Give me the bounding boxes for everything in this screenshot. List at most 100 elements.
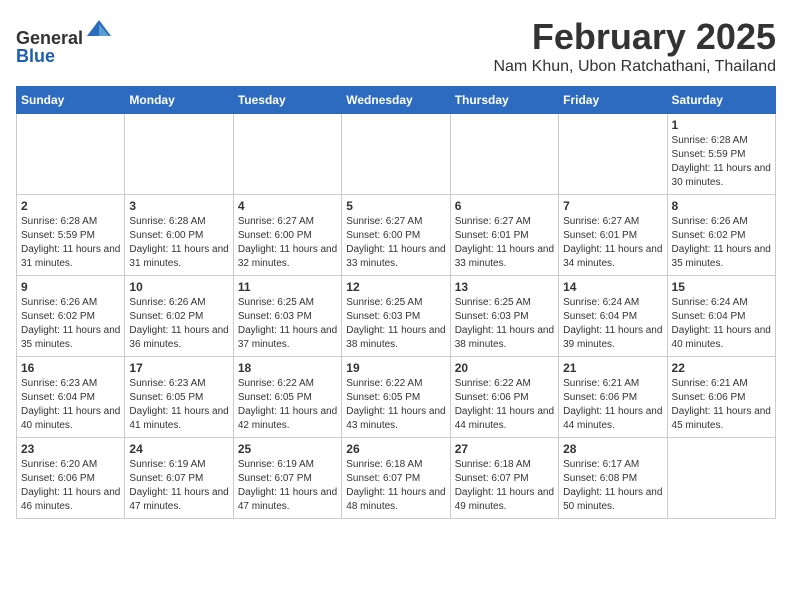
calendar-cell: 20 Sunrise: 6:22 AM Sunset: 6:06 PM Dayli… <box>450 357 558 438</box>
calendar-cell: 21 Sunrise: 6:21 AM Sunset: 6:06 PM Dayli… <box>559 357 667 438</box>
calendar-cell: 1Sunrise: 6:28 AM Sunset: 5:59 PM Daylig… <box>667 114 775 195</box>
calendar-cell <box>450 114 558 195</box>
calendar-cell: 16Sunrise: 6:23 AM Sunset: 6:04 PM Dayli… <box>17 357 125 438</box>
calendar-cell: 26 Sunrise: 6:18 AM Sunset: 6:07 PM Dayli… <box>342 438 450 519</box>
logo-blue: Blue <box>16 46 55 66</box>
calendar-cell <box>342 114 450 195</box>
calendar-cell: 19 Sunrise: 6:22 AM Sunset: 6:05 PM Dayli… <box>342 357 450 438</box>
day-info: Sunrise: 6:21 AM Sunset: 6:06 PM Dayligh… <box>672 377 771 433</box>
day-info: Sunrise: 6:17 AM Sunset: 6:08 PM Dayligh… <box>563 458 662 514</box>
day-number: 27 <box>455 442 554 456</box>
calendar-cell: 12Sunrise: 6:25 AM Sunset: 6:03 PM Dayli… <box>342 276 450 357</box>
day-number: 11 <box>238 280 337 294</box>
day-info: Sunrise: 6:21 AM Sunset: 6:06 PM Dayligh… <box>563 377 662 433</box>
day-number: 19 <box>346 361 445 375</box>
day-info: Sunrise: 6:27 AM Sunset: 6:01 PM Dayligh… <box>455 215 554 271</box>
calendar-cell: 5Sunrise: 6:27 AM Sunset: 6:00 PM Daylig… <box>342 195 450 276</box>
day-info: Sunrise: 6:20 AM Sunset: 6:06 PM Dayligh… <box>21 458 120 514</box>
calendar-header-row: SundayMondayTuesdayWednesdayThursdayFrid… <box>17 87 776 114</box>
calendar-cell: 8 Sunrise: 6:26 AM Sunset: 6:02 PM Daylig… <box>667 195 775 276</box>
calendar-cell: 15 Sunrise: 6:24 AM Sunset: 6:04 PM Dayli… <box>667 276 775 357</box>
day-number: 1 <box>672 118 771 132</box>
calendar-day-header: Monday <box>125 87 233 114</box>
day-info: Sunrise: 6:24 AM Sunset: 6:04 PM Dayligh… <box>563 296 662 352</box>
day-info: Sunrise: 6:28 AM Sunset: 6:00 PM Dayligh… <box>129 215 228 271</box>
day-info: Sunrise: 6:25 AM Sunset: 6:03 PM Dayligh… <box>238 296 337 352</box>
day-number: 26 <box>346 442 445 456</box>
calendar-day-header: Sunday <box>17 87 125 114</box>
calendar-week-row: 2 Sunrise: 6:28 AM Sunset: 5:59 PM Daylig… <box>17 195 776 276</box>
day-number: 24 <box>129 442 228 456</box>
page-header: General Blue February 2025 Nam Khun, Ubo… <box>16 16 776 76</box>
logo: General Blue <box>16 16 113 67</box>
day-number: 18 <box>238 361 337 375</box>
day-info: Sunrise: 6:25 AM Sunset: 6:03 PM Dayligh… <box>455 296 554 352</box>
calendar-day-header: Friday <box>559 87 667 114</box>
calendar-cell <box>233 114 341 195</box>
calendar-cell: 18 Sunrise: 6:22 AM Sunset: 6:05 PM Dayli… <box>233 357 341 438</box>
day-info: Sunrise: 6:23 AM Sunset: 6:05 PM Dayligh… <box>129 377 228 433</box>
day-info: Sunrise: 6:22 AM Sunset: 6:06 PM Dayligh… <box>455 377 554 433</box>
calendar-cell: 25 Sunrise: 6:19 AM Sunset: 6:07 PM Dayli… <box>233 438 341 519</box>
day-info: Sunrise: 6:27 AM Sunset: 6:01 PM Dayligh… <box>563 215 662 271</box>
day-info: Sunrise: 6:18 AM Sunset: 6:07 PM Dayligh… <box>346 458 445 514</box>
day-number: 8 <box>672 199 771 213</box>
day-info: Sunrise: 6:26 AM Sunset: 6:02 PM Dayligh… <box>672 215 771 271</box>
day-number: 2 <box>21 199 120 213</box>
day-number: 22 <box>672 361 771 375</box>
calendar-cell: 13 Sunrise: 6:25 AM Sunset: 6:03 PM Dayli… <box>450 276 558 357</box>
day-number: 7 <box>563 199 662 213</box>
calendar-cell <box>125 114 233 195</box>
day-info: Sunrise: 6:28 AM Sunset: 5:59 PM Dayligh… <box>21 215 120 271</box>
calendar-day-header: Tuesday <box>233 87 341 114</box>
calendar-cell: 4Sunrise: 6:27 AM Sunset: 6:00 PM Daylig… <box>233 195 341 276</box>
day-info: Sunrise: 6:23 AM Sunset: 6:04 PM Dayligh… <box>21 377 120 433</box>
calendar-cell: 9 Sunrise: 6:26 AM Sunset: 6:02 PM Daylig… <box>17 276 125 357</box>
calendar-cell: 22 Sunrise: 6:21 AM Sunset: 6:06 PM Dayli… <box>667 357 775 438</box>
calendar-cell <box>559 114 667 195</box>
calendar-cell <box>17 114 125 195</box>
calendar-cell: 10 Sunrise: 6:26 AM Sunset: 6:02 PM Dayli… <box>125 276 233 357</box>
day-number: 9 <box>21 280 120 294</box>
day-number: 25 <box>238 442 337 456</box>
calendar-table: SundayMondayTuesdayWednesdayThursdayFrid… <box>16 86 776 519</box>
calendar-cell: 2 Sunrise: 6:28 AM Sunset: 5:59 PM Daylig… <box>17 195 125 276</box>
day-info: Sunrise: 6:19 AM Sunset: 6:07 PM Dayligh… <box>129 458 228 514</box>
day-number: 4 <box>238 199 337 213</box>
calendar-cell: 23Sunrise: 6:20 AM Sunset: 6:06 PM Dayli… <box>17 438 125 519</box>
calendar-day-header: Wednesday <box>342 87 450 114</box>
calendar-cell: 7 Sunrise: 6:27 AM Sunset: 6:01 PM Daylig… <box>559 195 667 276</box>
calendar-cell: 3Sunrise: 6:28 AM Sunset: 6:00 PM Daylig… <box>125 195 233 276</box>
day-number: 28 <box>563 442 662 456</box>
day-number: 21 <box>563 361 662 375</box>
day-number: 17 <box>129 361 228 375</box>
calendar-week-row: 9 Sunrise: 6:26 AM Sunset: 6:02 PM Daylig… <box>17 276 776 357</box>
day-info: Sunrise: 6:24 AM Sunset: 6:04 PM Dayligh… <box>672 296 771 352</box>
calendar-week-row: 1Sunrise: 6:28 AM Sunset: 5:59 PM Daylig… <box>17 114 776 195</box>
day-number: 10 <box>129 280 228 294</box>
title-block: February 2025 Nam Khun, Ubon Ratchathani… <box>493 16 776 76</box>
day-info: Sunrise: 6:26 AM Sunset: 6:02 PM Dayligh… <box>21 296 120 352</box>
day-number: 20 <box>455 361 554 375</box>
day-number: 15 <box>672 280 771 294</box>
calendar-week-row: 23Sunrise: 6:20 AM Sunset: 6:06 PM Dayli… <box>17 438 776 519</box>
calendar-day-header: Thursday <box>450 87 558 114</box>
day-number: 13 <box>455 280 554 294</box>
main-title: February 2025 <box>493 16 776 58</box>
calendar-cell: 6 Sunrise: 6:27 AM Sunset: 6:01 PM Daylig… <box>450 195 558 276</box>
logo-icon <box>85 16 113 44</box>
calendar-cell: 27Sunrise: 6:18 AM Sunset: 6:07 PM Dayli… <box>450 438 558 519</box>
day-info: Sunrise: 6:22 AM Sunset: 6:05 PM Dayligh… <box>238 377 337 433</box>
subtitle: Nam Khun, Ubon Ratchathani, Thailand <box>493 58 776 76</box>
calendar-cell <box>667 438 775 519</box>
calendar-cell: 24 Sunrise: 6:19 AM Sunset: 6:07 PM Dayli… <box>125 438 233 519</box>
day-number: 5 <box>346 199 445 213</box>
day-info: Sunrise: 6:19 AM Sunset: 6:07 PM Dayligh… <box>238 458 337 514</box>
calendar-day-header: Saturday <box>667 87 775 114</box>
day-number: 12 <box>346 280 445 294</box>
day-number: 6 <box>455 199 554 213</box>
calendar-cell: 28 Sunrise: 6:17 AM Sunset: 6:08 PM Dayli… <box>559 438 667 519</box>
calendar-cell: 14Sunrise: 6:24 AM Sunset: 6:04 PM Dayli… <box>559 276 667 357</box>
day-info: Sunrise: 6:26 AM Sunset: 6:02 PM Dayligh… <box>129 296 228 352</box>
day-info: Sunrise: 6:22 AM Sunset: 6:05 PM Dayligh… <box>346 377 445 433</box>
